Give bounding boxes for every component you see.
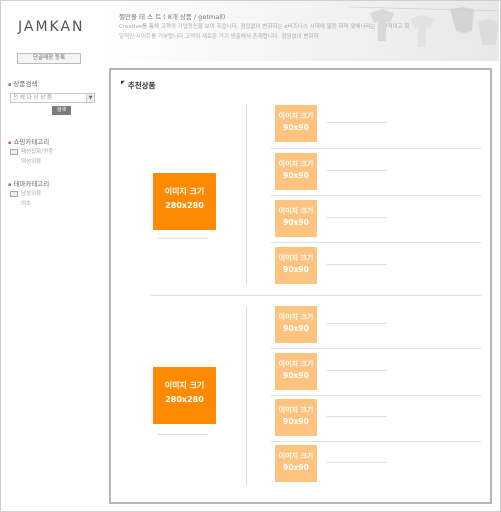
featured-product-caption: [158, 434, 208, 435]
shop-category-item-women[interactable]: 여성의류: [21, 157, 41, 165]
product-info-line: [327, 323, 387, 324]
product-thumbnail[interactable]: 이미지 크기 90x90: [275, 353, 317, 390]
product-info-line: [327, 264, 387, 265]
row-separator: [271, 395, 481, 396]
banner-text-line2: 일적인 사이트를 거부합니다.고객의 새로운 가기 방출에서 존재합니다. 점임…: [119, 34, 319, 40]
row-separator: [271, 348, 481, 349]
row-separator: [271, 148, 481, 149]
product-info-line: [327, 122, 387, 123]
row-separator: [271, 242, 481, 243]
featured-product-image[interactable]: 이미지 크기 280x280: [153, 367, 216, 424]
product-info-line: [327, 170, 387, 171]
row-separator: [271, 441, 481, 442]
product-search-title: 상품검색: [8, 78, 37, 88]
header-banner: 쩔만몰 테 스 트 ( 8개 상품 / getmall) Creative를 통…: [100, 1, 499, 61]
product-thumbnail[interactable]: 이미지 크기 90x90: [275, 153, 317, 190]
shop-category-item-fashion[interactable]: 패션잡화/명품: [10, 147, 53, 155]
search-select-value: 전 체 다 상 상 품: [13, 95, 53, 101]
featured-product-caption: [158, 238, 208, 239]
product-thumbnail[interactable]: 이미지 크기 90x90: [275, 399, 317, 436]
theme-category-item-other[interactable]: 의초: [21, 199, 31, 207]
product-thumbnail[interactable]: 이미지 크기 90x90: [275, 306, 317, 343]
product-info-line: [327, 370, 387, 371]
product-thumbnail[interactable]: 이미지 크기 90x90: [275, 445, 317, 482]
search-category-select[interactable]: 전 체 다 상 상 품 ▼: [10, 93, 95, 103]
theme-category-item-men[interactable]: 남성의류: [10, 189, 41, 197]
product-thumbnail[interactable]: 이미지 크기 90x90: [275, 105, 317, 142]
banner-title: 쩔만몰 테 스 트 ( 8개 상품 / getmall): [119, 13, 226, 21]
product-info-line: [327, 416, 387, 417]
theme-category-title: 테마카테고리: [8, 178, 49, 188]
row-separator: [271, 195, 481, 196]
recommended-products-panel: 추천상품 이미지 크기 280x280 이미지 크기90x90 이미지 크기90…: [109, 68, 492, 504]
search-button[interactable]: 검색: [52, 106, 71, 115]
recommended-products-title: 추천상품: [121, 80, 156, 91]
left-sidebar: 상품검색 전 체 다 상 상 품 ▼ 검색 쇼핑카테고리 패션잡화/명품 여성의…: [1, 68, 103, 508]
shop-category-title: 쇼핑카테고리: [8, 136, 49, 146]
group-divider-vertical: [246, 104, 247, 284]
logo-area: JAMKAN 단골매장 등록: [1, 1, 96, 67]
product-thumbnail[interactable]: 이미지 크기 90x90: [275, 247, 317, 284]
featured-product-image[interactable]: 이미지 크기 280x280: [153, 173, 216, 230]
group-divider-vertical: [246, 306, 247, 486]
folder-icon: [10, 148, 18, 155]
group-divider-horizontal: [151, 295, 481, 296]
chevron-down-icon[interactable]: ▼: [86, 94, 94, 102]
product-info-line: [327, 217, 387, 218]
folder-icon: [10, 190, 18, 197]
site-logo[interactable]: JAMKAN: [18, 19, 85, 35]
product-thumbnail[interactable]: 이미지 크기 90x90: [275, 200, 317, 237]
register-favorite-store-button[interactable]: 단골매장 등록: [17, 53, 81, 64]
product-info-line: [327, 462, 387, 463]
clothes-decoration-icon: [350, 6, 499, 47]
